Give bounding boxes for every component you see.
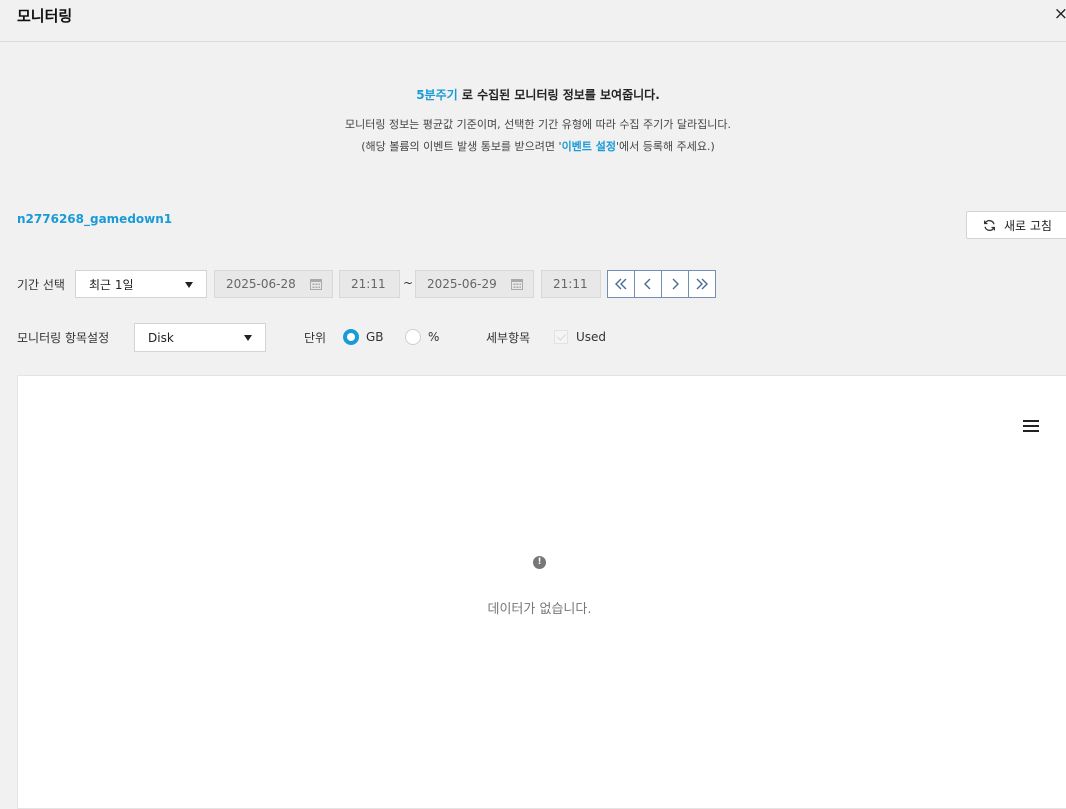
checkbox-disabled-checked: [554, 330, 568, 344]
end-date-input[interactable]: 2025-06-29: [415, 270, 534, 298]
chevron-down-icon: [185, 282, 193, 288]
unit-radio-percent[interactable]: %: [405, 329, 439, 345]
double-chevron-left-icon: [615, 278, 627, 290]
exclamation-icon: !: [533, 556, 546, 569]
refresh-button[interactable]: 새로 고침: [966, 211, 1066, 239]
start-date-input[interactable]: 2025-06-28: [214, 270, 333, 298]
next-period-button[interactable]: [661, 270, 689, 298]
empty-state: ! 데이터가 없습니다.: [18, 556, 1061, 617]
modal-header: 모니터링 ×: [0, 0, 1066, 42]
chevron-left-icon: [644, 278, 651, 290]
unit-label: 단위: [304, 331, 327, 345]
refresh-label: 새로 고침: [1004, 218, 1052, 233]
start-time-input[interactable]: 21:11: [339, 270, 400, 298]
period-select[interactable]: 최근 1일: [75, 270, 207, 298]
double-chevron-right-icon: [696, 278, 708, 290]
info-line3-prefix: (해당 볼륨의 이벤트 발생 통보를 받으려면 ': [361, 140, 562, 153]
unit-option-percent: %: [428, 330, 440, 344]
last-period-button[interactable]: [688, 270, 716, 298]
detail-item-label: 세부항목: [486, 331, 531, 345]
empty-message: 데이터가 없습니다.: [487, 602, 592, 617]
monitor-item-select[interactable]: Disk: [134, 323, 266, 352]
start-date-value: 2025-06-28: [226, 277, 296, 291]
info-line3-suffix: '에서 등록해 주세요.): [616, 140, 715, 153]
calendar-icon: [310, 279, 322, 290]
info-line1-text: 로 수집된 모니터링 정보를 보여줍니다.: [457, 88, 660, 102]
monitor-item-label: 모니터링 항목설정: [17, 331, 110, 345]
chevron-right-icon: [672, 278, 679, 290]
modal-title: 모니터링: [17, 7, 73, 25]
end-time-input[interactable]: 21:11: [541, 270, 601, 298]
close-icon[interactable]: ×: [1054, 4, 1066, 24]
start-time-value: 21:11: [351, 277, 386, 291]
chart-area: ! 데이터가 없습니다.: [17, 375, 1066, 809]
end-date-value: 2025-06-29: [427, 277, 497, 291]
detail-item-used-label: Used: [576, 330, 607, 344]
date-range-separator: ~: [403, 276, 414, 290]
previous-period-button[interactable]: [634, 270, 662, 298]
event-settings-link[interactable]: 이벤트 설정: [562, 140, 616, 153]
collection-interval: 5분주기: [416, 88, 458, 102]
end-time-value: 21:11: [553, 277, 588, 291]
period-navigation: [607, 270, 716, 298]
volume-name: n2776268_gamedown1: [17, 212, 173, 226]
unit-radio-gb[interactable]: GB: [343, 329, 384, 345]
detail-item-used-checkbox[interactable]: Used: [554, 330, 606, 344]
monitor-item-selected-value: Disk: [148, 330, 174, 345]
hamburger-menu-icon[interactable]: [1022, 419, 1040, 433]
refresh-icon: [983, 219, 996, 231]
calendar-icon: [511, 279, 523, 290]
chevron-down-icon: [244, 335, 252, 341]
info-line2: 모니터링 정보는 평균값 기준이며, 선택한 기간 유형에 따라 수집 주기가 …: [344, 118, 732, 131]
info-message: 5분주기 로 수집된 모니터링 정보를 보여줍니다. 모니터링 정보는 평균값 …: [0, 86, 1066, 154]
period-label: 기간 선택: [17, 278, 65, 292]
radio-selected-indicator: [343, 329, 359, 345]
first-period-button[interactable]: [607, 270, 635, 298]
unit-option-gb: GB: [366, 330, 384, 344]
radio-unselected-indicator: [405, 329, 421, 345]
period-selected-value: 최근 1일: [89, 277, 134, 292]
